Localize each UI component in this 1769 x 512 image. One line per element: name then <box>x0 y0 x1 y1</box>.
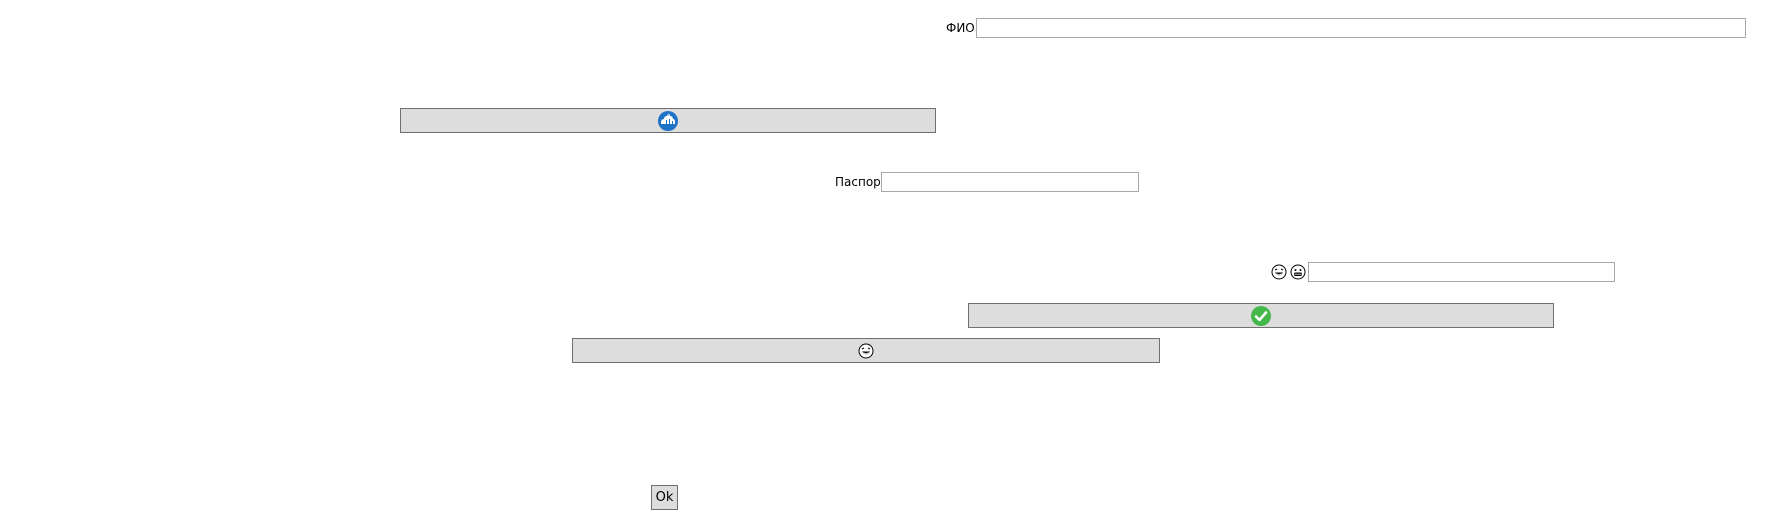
check-circle-icon <box>1250 305 1272 327</box>
fio-label: ФИО <box>946 21 975 35</box>
cloud-icon <box>657 110 679 132</box>
laughing-face-icon <box>858 343 874 359</box>
grinning-face-icon <box>1290 264 1306 280</box>
emoji-button[interactable] <box>572 338 1160 363</box>
emoji-input[interactable] <box>1308 262 1615 282</box>
fio-input[interactable] <box>976 18 1746 38</box>
ok-button[interactable]: Ok <box>651 485 678 510</box>
check-button[interactable] <box>968 303 1554 328</box>
passport-input[interactable] <box>881 172 1139 192</box>
passport-label: Паспорт <box>835 175 888 189</box>
laughing-face-icon <box>1271 264 1287 280</box>
cloud-button[interactable] <box>400 108 936 133</box>
